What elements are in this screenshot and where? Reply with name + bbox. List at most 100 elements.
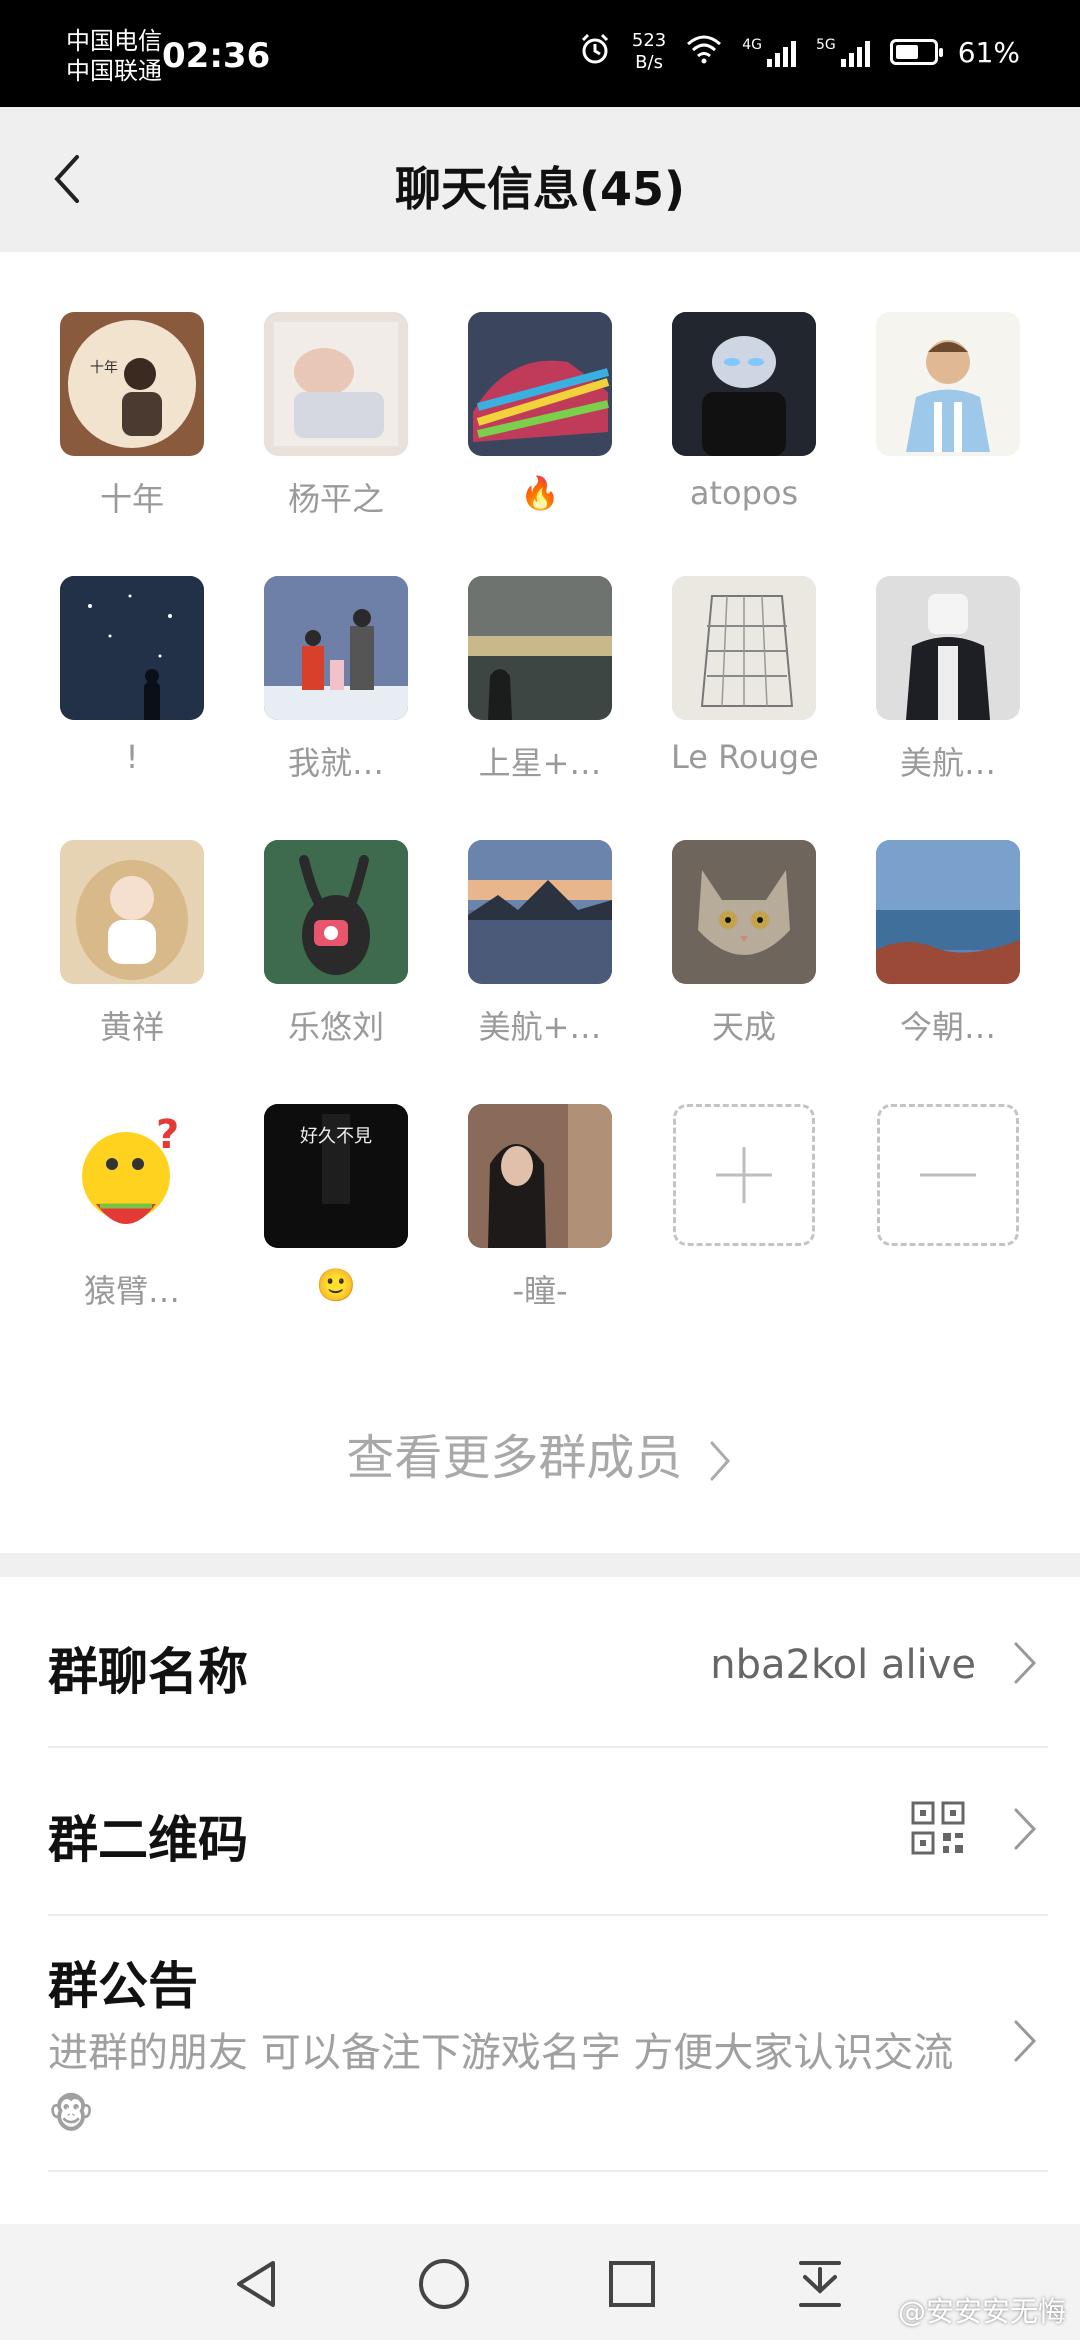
nav-pulldown-button[interactable] (790, 2254, 850, 2314)
carrier-info: 中国电信 中国联通 (66, 26, 162, 86)
chevron-right-icon (1014, 1642, 1037, 1684)
member-name: 美航… (899, 744, 996, 782)
member-item[interactable] (875, 312, 1021, 474)
member-item[interactable]: 乐悠刘 (263, 840, 409, 1048)
member-item[interactable]: Le Rouge… (671, 576, 817, 776)
member-item[interactable]: 美航… (875, 576, 1021, 784)
member-item[interactable]: 杨平之 (263, 312, 409, 520)
net-speed: 523 B/s (632, 30, 666, 74)
pull-down-icon (799, 2261, 841, 2307)
net-speed-unit: B/s (635, 52, 663, 73)
status-icons: 523 B/s 4G 5G 61% (578, 30, 1020, 74)
member-item[interactable]: 美航+… (467, 840, 613, 1048)
group-name-row[interactable]: 群聊名称 nba2kol alive (48, 1580, 1048, 1748)
group-name-value: nba2kol alive (710, 1642, 976, 1688)
home-circle-icon (419, 2259, 469, 2309)
remove-tile (877, 1104, 1019, 1246)
page-title: 聊天信息(45) (394, 162, 686, 216)
svg-text:?: ? (156, 1112, 179, 1158)
nav-home-button[interactable] (414, 2254, 474, 2314)
member-item[interactable]: 十年 十年 (59, 312, 205, 520)
back-triangle-icon (237, 2261, 275, 2307)
avatar-text: 好久不見 (300, 1126, 372, 1147)
signal-4g-icon: 4G (742, 37, 796, 67)
member-name: 美航+… (478, 1008, 602, 1046)
member-avatar: 好久不見 (264, 1104, 408, 1248)
battery-percent: 61% (957, 35, 1020, 69)
member-avatar (468, 576, 612, 720)
member-name: 上星+… (478, 744, 602, 782)
member-avatar (60, 576, 204, 720)
member-avatar (468, 840, 612, 984)
svg-text:十年: 十年 (90, 360, 118, 376)
more-members-link[interactable]: 查看更多群成员 (0, 1418, 1080, 1488)
member-name: 天成 (711, 1008, 776, 1046)
member-avatar (468, 312, 612, 456)
member-item[interactable]: -瞳- (467, 1104, 613, 1312)
group-qr-label: 群二维码 (48, 1811, 248, 1869)
group-qr-row[interactable]: 群二维码 (48, 1748, 1048, 1916)
member-name: -瞳- (512, 1272, 568, 1310)
battery-fill (895, 45, 918, 59)
member-avatar (60, 840, 204, 984)
add-member-icon (716, 1147, 772, 1203)
net-speed-value: 523 (631, 30, 667, 51)
member-avatar (264, 312, 408, 456)
member-item[interactable]: 🔥 (467, 312, 613, 512)
member-avatar (264, 840, 408, 984)
member-item[interactable]: 好久不見 🙂 (263, 1104, 409, 1304)
chevron-right-icon (710, 1441, 730, 1481)
member-avatar (672, 576, 816, 720)
member-name: atopos (689, 474, 799, 512)
qr-code-icon (911, 1801, 965, 1855)
member-item[interactable]: 今朝… (875, 840, 1021, 1048)
carrier-2: 中国联通 (66, 57, 162, 85)
watermark: @安安安无悔 (897, 2295, 1066, 2328)
member-item[interactable]: 上星+… (467, 576, 613, 784)
nav-back-button[interactable] (226, 2254, 286, 2314)
group-notice-text: 进群的朋友 可以备注下游戏名字 方便大家认识交流🐵 (48, 2030, 954, 2138)
battery-icon (889, 39, 943, 65)
signal-4g-label: 4G (742, 37, 762, 53)
member-item[interactable]: atopos (671, 312, 817, 512)
nav-recents-button[interactable] (602, 2254, 662, 2314)
add-tile (673, 1104, 815, 1246)
member-avatar: 十年 (60, 312, 204, 456)
member-avatar (876, 312, 1020, 456)
group-notice-label: 群公告 (48, 1957, 198, 2015)
remove-member-button[interactable] (875, 1104, 1021, 1246)
chevron-right-icon (1014, 1808, 1037, 1850)
recents-square-icon (609, 2261, 655, 2307)
remove-member-icon (920, 1173, 976, 1177)
member-name: 十年 (99, 480, 164, 518)
status-time: 02:36 (162, 36, 271, 76)
member-item[interactable]: ? 猿臂… (59, 1104, 205, 1312)
member-avatar (264, 576, 408, 720)
alarm-icon (578, 32, 612, 73)
member-avatar: ? (60, 1104, 204, 1248)
member-name: 杨平之 (287, 480, 384, 518)
member-name: ! (125, 738, 139, 776)
member-avatar (672, 840, 816, 984)
member-avatar (468, 1104, 612, 1248)
add-member-button[interactable] (671, 1104, 817, 1246)
member-name: 猿臂… (83, 1272, 180, 1310)
signal-5g-icon: 5G (816, 37, 870, 67)
group-name-label: 群聊名称 (48, 1643, 248, 1701)
wifi-icon (686, 34, 722, 71)
member-avatar (876, 576, 1020, 720)
member-item[interactable]: 我就… (263, 576, 409, 784)
signal-5g-label: 5G (816, 37, 836, 53)
member-item[interactable]: 黄祥 (59, 840, 205, 1048)
member-name: Le Rouge… (671, 738, 817, 776)
member-item[interactable]: 天成 (671, 840, 817, 1048)
member-name: 乐悠刘 (287, 1008, 384, 1046)
chevron-right-icon (1014, 2020, 1037, 2062)
system-nav-bar: @安安安无悔 (0, 2224, 1080, 2340)
member-item[interactable]: ! (59, 576, 205, 776)
group-notice-row[interactable]: 群公告 进群的朋友 可以备注下游戏名字 方便大家认识交流🐵 (48, 1916, 1048, 2172)
member-name: 黄祥 (99, 1008, 164, 1046)
member-name: 我就… (287, 744, 384, 782)
header: 聊天信息(45) (0, 107, 1080, 252)
status-bar: 中国电信 中国联通 02:36 523 B/s 4G 5G 61% (0, 0, 1080, 107)
